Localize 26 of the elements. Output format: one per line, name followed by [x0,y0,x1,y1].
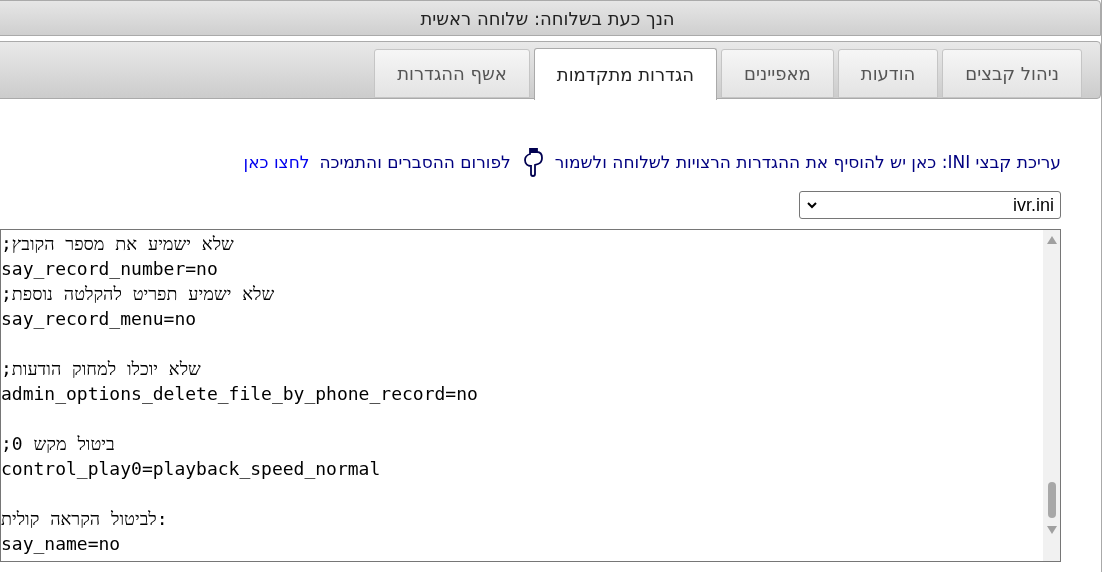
code-line: ;ביטול מקש 0 [1,433,115,454]
code-line: say_name=no [1,533,121,554]
code-line: say_record_number=no [1,258,218,279]
code-line: לביטול הקראה קולית: [1,508,168,529]
tab[interactable]: מאפיינים [721,49,834,98]
tab[interactable]: אשף ההגדרות [374,49,530,98]
file-select[interactable]: ivr.ini [799,191,1061,219]
code-line: control_play0=playback_speed_normal [1,458,381,479]
code-line: ;שלא ישמיע תפריט להקלטה נוספת [1,283,275,304]
info-text: עריכת קבצי INI: כאן יש להוסיף את ההגדרות הרצויות לשלוחה ולשמור [554,152,1061,172]
tab[interactable]: ניהול קבצים [942,49,1082,98]
click-here-link[interactable]: לחצו כאן [243,152,310,172]
scroll-up-icon[interactable] [1047,236,1057,244]
tab[interactable]: הודעות [837,49,939,98]
code-line: say_record_menu=no [1,308,197,329]
code-line: ;שלא יוכלו למחוק הודעות [1,358,201,379]
branch-title: הנך כעת בשלוחה: שלוחה ראשית [420,7,675,29]
scroll-thumb[interactable] [1048,482,1056,518]
code-line: admin_options_delete_file_by_phone_record=no [1,383,478,404]
code-line: ;שלא ישמיע את מספר הקובץ [1,233,234,254]
chevron-down-icon [806,201,818,209]
forum-text: לפורום ההסברים והתמיכה [319,152,511,172]
tab[interactable]: הגדרות מתקדמות [533,48,718,100]
scroll-down-icon[interactable] [1047,526,1057,534]
code-editor[interactable] [0,229,1061,562]
scrollbar[interactable] [1043,230,1060,561]
